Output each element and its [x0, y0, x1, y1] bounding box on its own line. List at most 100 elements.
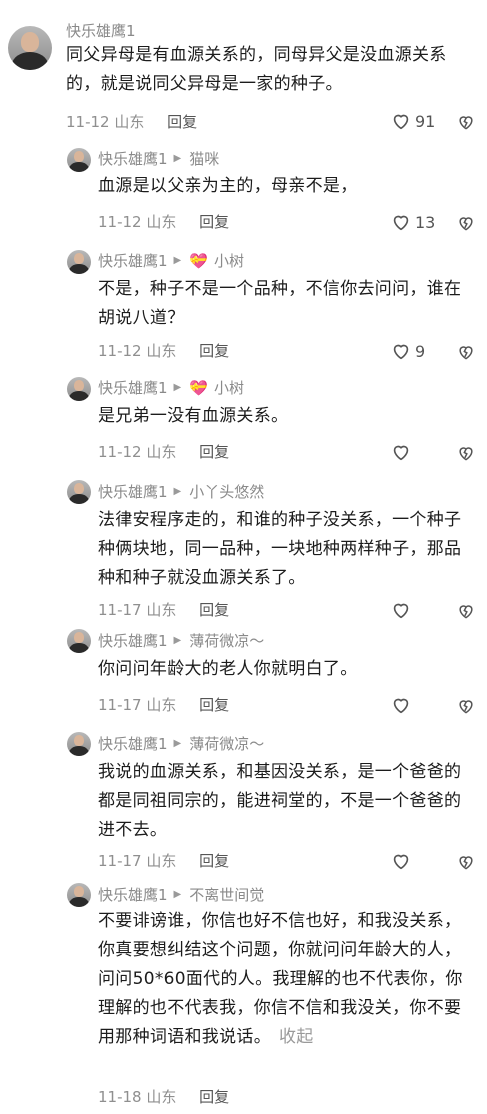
like-count: 91	[415, 111, 436, 131]
reply-arrow-icon: ▶	[173, 382, 182, 393]
reply-button[interactable]: 回复	[199, 696, 229, 714]
comment-text: 你问问年龄大的老人你就明白了。	[98, 659, 358, 679]
avatar[interactable]	[67, 732, 91, 756]
avatar[interactable]	[67, 377, 91, 401]
comment-location: 山东	[146, 852, 177, 870]
reply-button[interactable]: 回复	[199, 852, 229, 870]
avatar[interactable]	[67, 480, 91, 504]
comment-location: 山东	[146, 213, 177, 231]
like-button[interactable]	[390, 850, 415, 872]
comment-location: 山东	[146, 601, 177, 619]
like-button[interactable]: 13	[390, 211, 435, 233]
username[interactable]: 快乐雄鹰1	[98, 148, 168, 169]
comment-header: 快乐雄鹰1 ▶ 💝 小树	[98, 250, 244, 271]
avatar[interactable]	[67, 883, 91, 907]
comment-location: 山东	[146, 1088, 177, 1106]
comment-text: 法律安程序走的，和谁的种子没关系，一个种子种俩块地，同一品种，一块地种两样种子，…	[98, 510, 462, 588]
comment-meta: 11-12 山东 回复	[98, 211, 229, 232]
heart-icon	[393, 344, 409, 360]
username[interactable]: 快乐雄鹰1	[98, 377, 168, 398]
like-button[interactable]: 9	[390, 340, 425, 362]
comment-text: 我说的血源关系，和基因没关系，是一个爸爸的都是同祖同宗的，能进祠堂的，不是一个爸…	[98, 762, 462, 840]
avatar[interactable]	[67, 629, 91, 653]
avatar[interactable]	[67, 250, 91, 274]
like-button[interactable]	[390, 599, 415, 621]
reply-arrow-icon: ▶	[173, 889, 182, 900]
comment-meta: 11-17 山东 回复	[98, 850, 229, 871]
heart-icon	[393, 215, 409, 231]
reply-button[interactable]: 回复	[167, 113, 197, 131]
username[interactable]: 快乐雄鹰1	[98, 733, 168, 754]
reply-arrow-icon: ▶	[173, 635, 182, 646]
username[interactable]: 快乐雄鹰1	[98, 250, 168, 271]
comment-meta: 11-17 山东 回复	[98, 599, 229, 620]
username[interactable]: 快乐雄鹰1	[66, 20, 136, 41]
collapse-button[interactable]: 收起	[279, 1027, 314, 1047]
comment-location: 山东	[146, 443, 177, 461]
comment-meta: 11-12 山东 回复	[98, 340, 229, 361]
comment-header: 快乐雄鹰1 ▶ 薄荷微凉～	[98, 733, 264, 754]
avatar[interactable]	[67, 148, 91, 172]
dislike-icon[interactable]	[456, 342, 476, 362]
comment-text: 不是，种子不是一个品种，不信你去问问，谁在胡说八道？	[98, 279, 462, 328]
comment-text: 同父异母是有血源关系的，同母异父是没血源关系的，就是说同父异母是一家的种子。	[66, 45, 447, 94]
dislike-icon[interactable]	[456, 443, 476, 463]
reply-to-username[interactable]: 小树	[214, 377, 244, 398]
dislike-icon[interactable]	[456, 852, 476, 872]
comment-header: 快乐雄鹰1 ▶ 小丫头悠然	[98, 481, 264, 502]
heart-icon	[393, 114, 409, 130]
reply-arrow-icon: ▶	[173, 255, 182, 266]
comment-header: 快乐雄鹰1 ▶ 猫咪	[98, 148, 219, 169]
heart-icon	[393, 698, 409, 714]
comment-text: 是兄弟一没有血源关系。	[98, 406, 289, 426]
comment-header: 快乐雄鹰1 ▶ 不离世间觉	[98, 884, 264, 905]
avatar[interactable]	[8, 26, 52, 70]
like-button[interactable]: 91	[390, 110, 435, 132]
comment-header: 快乐雄鹰1 ▶ 薄荷微凉～	[98, 630, 264, 651]
like-count: 9	[415, 341, 426, 361]
comment-date: 11-18	[98, 1088, 142, 1106]
like-button[interactable]	[390, 441, 415, 463]
like-button[interactable]	[390, 694, 415, 716]
reply-button[interactable]: 回复	[199, 601, 229, 619]
username[interactable]: 快乐雄鹰1	[98, 630, 168, 651]
comment-location: 山东	[114, 113, 145, 131]
comment-text: 血源是以父亲为主的，母亲不是，	[98, 176, 358, 196]
dislike-icon[interactable]	[456, 601, 476, 621]
comment-date: 11-12	[98, 213, 142, 231]
reply-to-username[interactable]: 薄荷微凉～	[189, 630, 264, 651]
comment-date: 11-17	[98, 852, 142, 870]
reply-to-username[interactable]: 薄荷微凉～	[189, 733, 264, 754]
comment-meta: 11-18 山东 回复	[98, 1086, 229, 1107]
heart-icon	[393, 603, 409, 619]
like-count: 13	[415, 212, 436, 232]
dislike-icon[interactable]	[456, 696, 476, 716]
reply-button[interactable]: 回复	[199, 1088, 229, 1106]
comment-meta: 11-17 山东 回复	[98, 694, 229, 715]
comment-meta: 11-12 山东 回复	[66, 111, 197, 132]
comment-meta: 11-12 山东 回复	[98, 441, 229, 462]
comment-date: 11-17	[98, 601, 142, 619]
comment-date: 11-12	[66, 113, 110, 131]
dislike-icon[interactable]	[456, 112, 476, 132]
username[interactable]: 快乐雄鹰1	[98, 884, 168, 905]
heart-emoji-icon: 💝	[189, 251, 208, 270]
username[interactable]: 快乐雄鹰1	[98, 481, 168, 502]
reply-arrow-icon: ▶	[173, 486, 182, 497]
reply-button[interactable]: 回复	[199, 213, 229, 231]
comment-date: 11-12	[98, 443, 142, 461]
reply-arrow-icon: ▶	[173, 153, 182, 164]
reply-button[interactable]: 回复	[199, 342, 229, 360]
comment-header: 快乐雄鹰1	[66, 20, 136, 41]
reply-to-username[interactable]: 猫咪	[189, 148, 219, 169]
heart-icon	[393, 445, 409, 461]
reply-button[interactable]: 回复	[199, 443, 229, 461]
heart-icon	[393, 854, 409, 870]
reply-to-username[interactable]: 小树	[214, 250, 244, 271]
comment-date: 11-17	[98, 696, 142, 714]
reply-to-username[interactable]: 不离世间觉	[189, 884, 264, 905]
comment-location: 山东	[146, 696, 177, 714]
dislike-icon[interactable]	[456, 213, 476, 233]
reply-to-username[interactable]: 小丫头悠然	[189, 481, 264, 502]
heart-emoji-icon: 💝	[189, 378, 208, 397]
